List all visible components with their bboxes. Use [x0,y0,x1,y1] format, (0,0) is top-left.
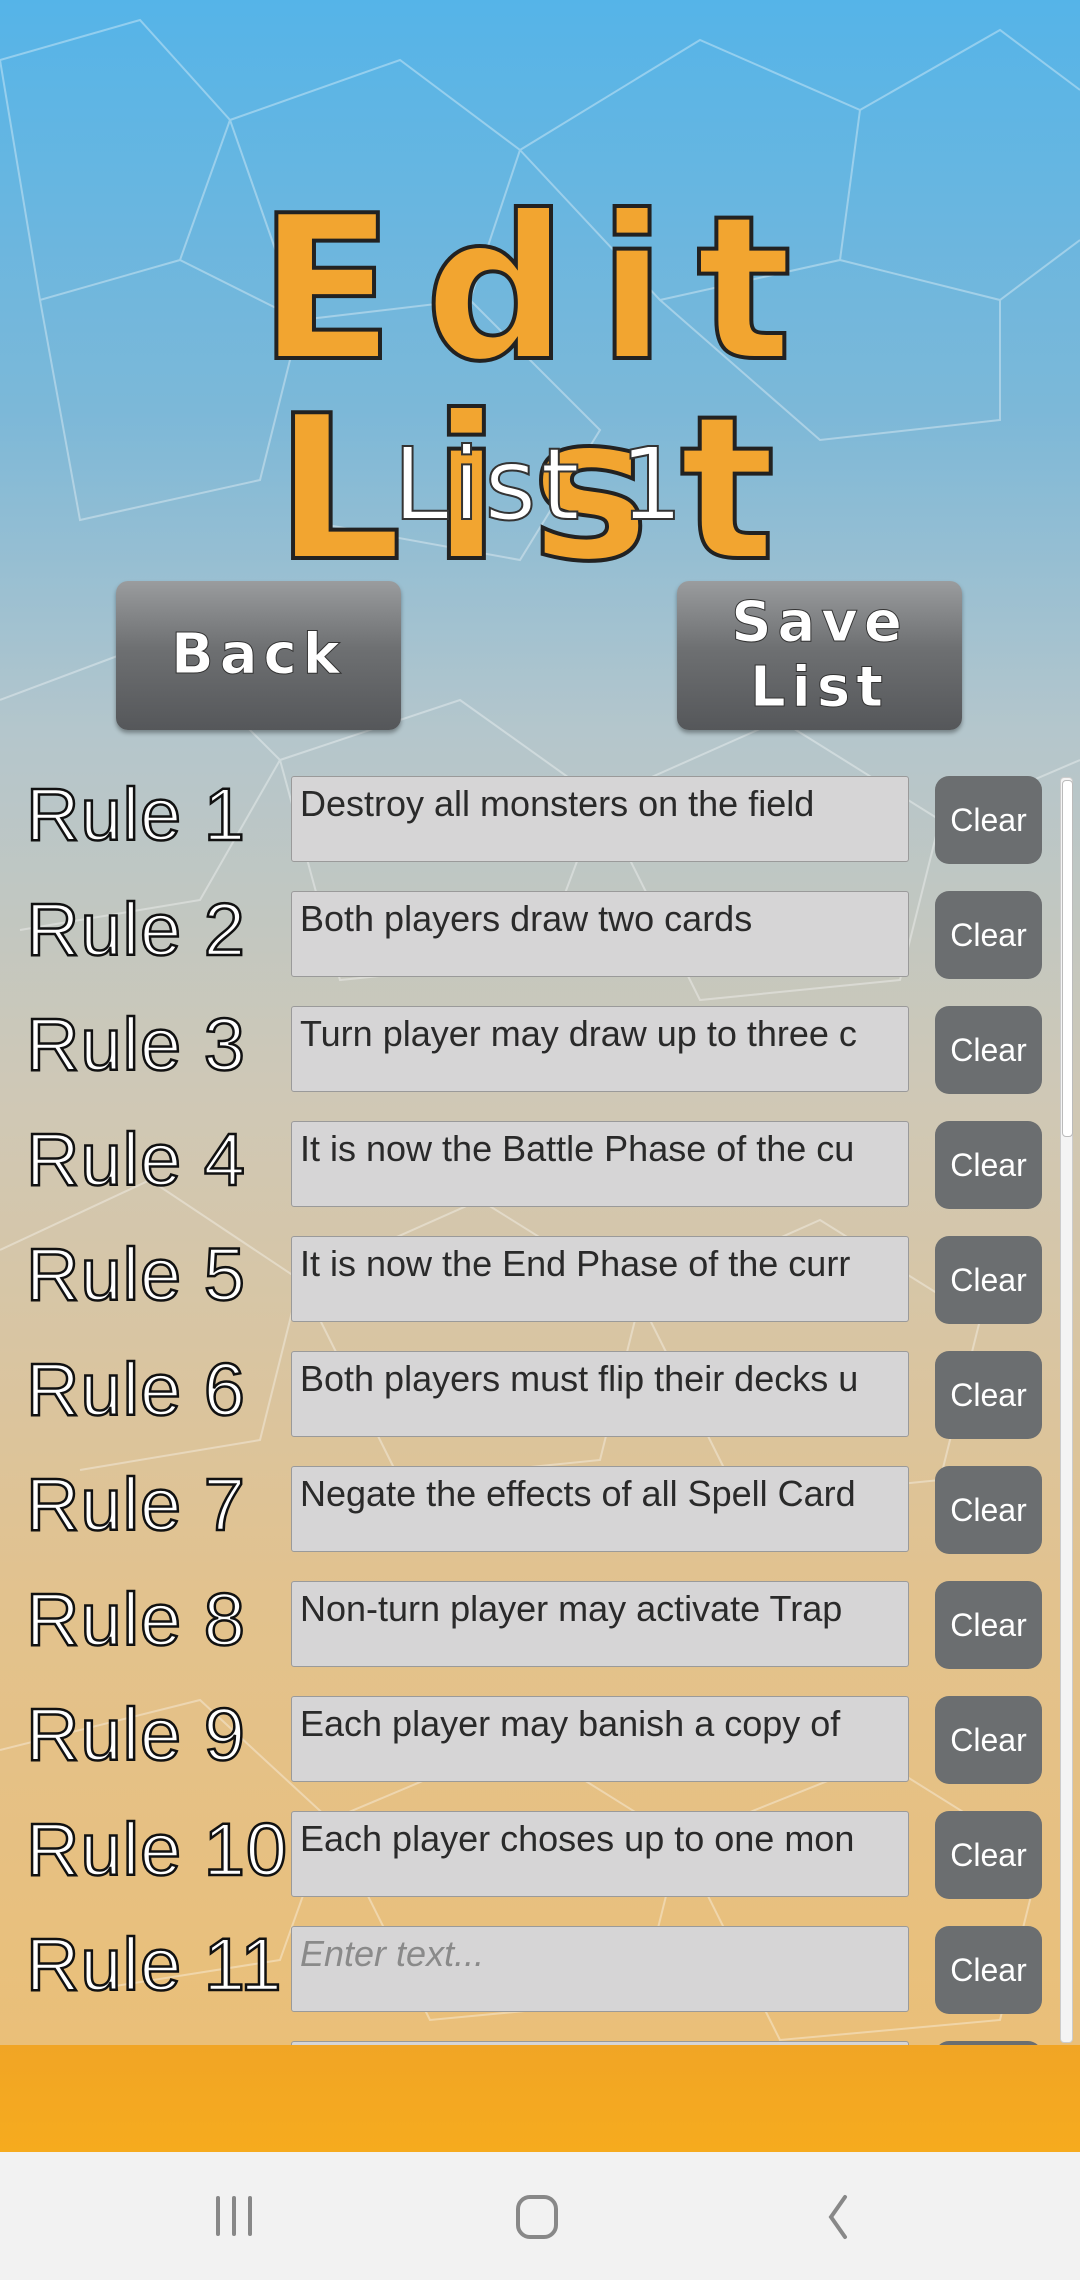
rule-label: Rule 4 [25,1117,246,1203]
rule-text-input[interactable]: Non-turn player may activate Trap [291,1581,909,1667]
list-name: List 1 [392,426,688,543]
rule-label: Rule 3 [25,1002,246,1088]
rule-row: Rule 4 It is now the Battle Phase of the … [0,1117,1060,1209]
rule-label: Rule 2 [25,887,246,973]
rule-row: Rule 9 Each player may banish a copy of Cl… [0,1692,1060,1784]
clear-button[interactable]: Clear [935,1121,1042,1209]
recent-apps-icon[interactable] [210,2192,260,2242]
rule-label: Rule 7 [25,1462,246,1548]
rule-row: Rule 1 Destroy all monsters on the field C… [0,775,1060,864]
system-nav-bar [0,2152,1080,2280]
rule-text-input[interactable]: Both players draw two cards [291,891,909,977]
back-icon[interactable] [815,2192,865,2242]
clear-button[interactable]: Clear [935,1351,1042,1439]
rule-label: Rule 10 [25,1807,289,1893]
rule-row: Rule 3 Turn player may draw up to three c… [0,1002,1060,1094]
rule-text-input[interactable]: Negate the effects of all Spell Card [291,1466,909,1552]
clear-button[interactable]: Clear [935,1581,1042,1669]
rule-text-input[interactable]: Enter text... [291,1926,909,2012]
save-list-button[interactable]: Save List [677,581,962,730]
back-button-label: Back [171,622,346,688]
clear-button[interactable]: Clear [935,1466,1042,1554]
rule-text-input[interactable]: It is now the Battle Phase of the cu [291,1121,909,1207]
rule-label: Rule 11 [25,1922,283,2008]
footer-bar [0,2045,1080,2152]
rule-row: Rule 10 Each player choses up to one mon C… [0,1807,1060,1899]
rule-text-input[interactable]: Each player may banish a copy of [291,1696,909,1782]
back-button[interactable]: Back [116,581,401,730]
rule-text-input[interactable]: Both players must flip their decks u [291,1351,909,1437]
save-list-button-label: Save List [731,590,908,720]
rule-text-input[interactable]: It is now the End Phase of the curr [291,1236,909,1322]
rule-text-input[interactable]: Turn player may draw up to three c [291,1006,909,1092]
clear-button[interactable]: Clear [935,1006,1042,1094]
clear-button[interactable]: Clear [935,1236,1042,1324]
rule-label: Rule 1 [25,775,246,857]
rule-label: Rule 9 [25,1692,246,1778]
rule-row: Rule 6 Both players must flip their decks… [0,1347,1060,1439]
rule-text-input[interactable]: Each player choses up to one mon [291,1811,909,1897]
clear-button[interactable]: Clear [935,1926,1042,2014]
rule-row: Rule 2 Both players draw two cards Clear [0,887,1060,979]
rules-list: Rule 1 Destroy all monsters on the field C… [0,775,1080,2045]
home-icon[interactable] [513,2192,563,2242]
rule-text-input[interactable]: Destroy all monsters on the field [291,776,909,862]
rule-row: Rule 11 Enter text... Clear [0,1922,1060,2014]
scrollbar-thumb[interactable] [1062,780,1073,1137]
clear-button[interactable]: Clear [935,1696,1042,1784]
rule-label: Rule 12 [25,2037,289,2045]
clear-button[interactable]: Clear [935,891,1042,979]
rule-label: Rule 5 [25,1232,246,1318]
clear-button[interactable]: Clear [935,776,1042,864]
rule-row: Rule 8 Non-turn player may activate Trap C… [0,1577,1060,1669]
rule-label: Rule 6 [25,1347,246,1433]
rule-label: Rule 8 [25,1577,246,1663]
rule-row: Rule 7 Negate the effects of all Spell Ca… [0,1462,1060,1554]
scrollbar[interactable] [1060,777,1073,2043]
clear-button[interactable]: Clear [935,1811,1042,1899]
rule-row: Rule 5 It is now the End Phase of the cur… [0,1232,1060,1324]
